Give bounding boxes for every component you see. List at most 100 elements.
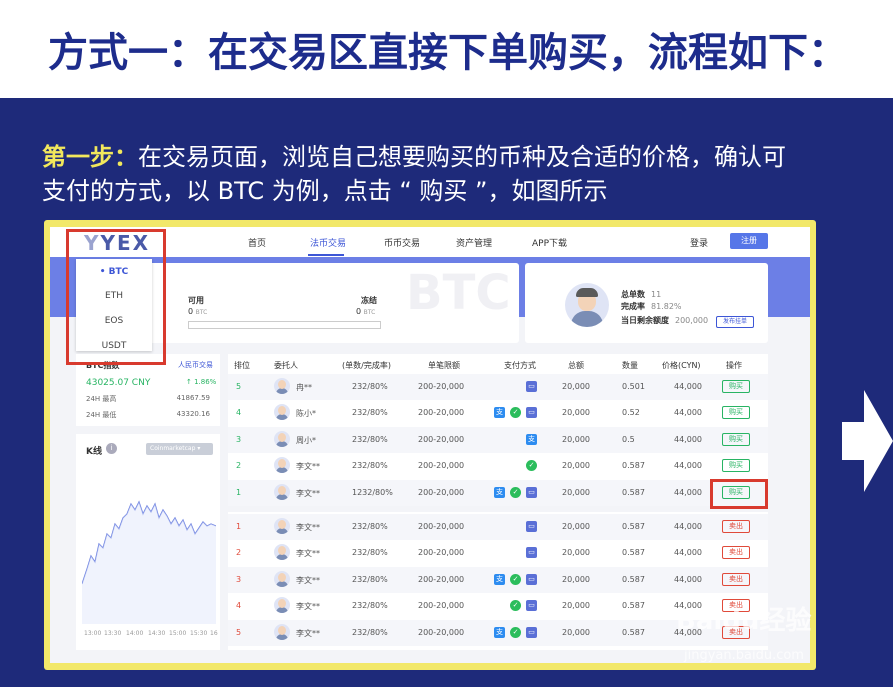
- row-stats: 232/80%: [352, 548, 388, 558]
- alipay-icon: 支: [494, 573, 505, 585]
- nav-otc[interactable]: 法币交易: [310, 236, 346, 249]
- row-total: 20,000: [562, 487, 590, 497]
- nav-assets[interactable]: 资产管理: [456, 236, 492, 249]
- bank-icon: ▭: [526, 486, 537, 498]
- alipay-icon: 支: [494, 407, 505, 419]
- col-action: 操作: [726, 361, 742, 370]
- buy-button[interactable]: 购买: [722, 459, 750, 473]
- next-arrow-icon: [842, 390, 893, 492]
- row-stats: 232/80%: [352, 627, 388, 637]
- banner-title: 方式一：在交易区直接下单购买，流程如下：: [48, 30, 848, 76]
- row-rank: 3: [236, 574, 242, 584]
- register-button[interactable]: 注册: [730, 233, 768, 249]
- col-limit: 单笔限额: [428, 361, 460, 370]
- step-body: 在交易页面，浏览自己想要购买的币种及合适的价格，确认可支付的方式，以 BTC 为…: [42, 143, 786, 205]
- buy-button[interactable]: 购买: [722, 406, 750, 420]
- index-change: ↑ 1.86%: [186, 378, 217, 386]
- wechat-icon: ✓: [526, 460, 537, 472]
- row-rank: 3: [236, 434, 242, 444]
- bank-icon: ▭: [526, 600, 537, 612]
- row-limit: 200-20,000: [418, 408, 465, 418]
- wechat-icon: ✓: [510, 407, 521, 419]
- row-price: 44,000: [674, 574, 702, 584]
- col-user: 委托人: [274, 361, 298, 370]
- highlight-coin-select: [66, 229, 166, 365]
- sell-button[interactable]: 卖出: [722, 520, 750, 533]
- alipay-icon: 支: [494, 486, 505, 498]
- row-limit: 200-20,000: [418, 382, 465, 391]
- kline-tick: 15:30: [190, 630, 208, 637]
- row-limit: 200-20,000: [418, 574, 465, 584]
- table-row: 1 李文** 232/80% 200-20,000 ▭ 20,000 0.587 44,000…: [228, 514, 768, 540]
- publish-order-button[interactable]: 发布挂单: [716, 316, 754, 328]
- frozen-label: 冻结: [361, 296, 377, 305]
- table-row: 5 冉** 232/80% 200-20,000 ▭ 20,000 0.501 44,000 购…: [228, 374, 768, 400]
- row-user: 冉**: [296, 383, 312, 392]
- row-total: 20,000: [562, 627, 590, 637]
- row-user: 李文**: [296, 488, 320, 498]
- sell-button[interactable]: 卖出: [722, 546, 750, 560]
- row-qty: 0.587: [622, 487, 645, 497]
- baidu-watermark-url: jingyan.baidu.com: [684, 648, 804, 663]
- row-price: 44,000: [674, 522, 702, 531]
- row-price: 44,000: [674, 434, 702, 444]
- row-total: 20,000: [562, 574, 590, 584]
- nav-app[interactable]: APP下载: [532, 236, 567, 249]
- col-rank: 排位: [234, 361, 250, 370]
- nav-home[interactable]: 首页: [248, 236, 266, 249]
- row-user: 李文**: [296, 523, 320, 532]
- step-label: 第一步：: [42, 143, 138, 171]
- row-price: 44,000: [674, 461, 702, 471]
- row-stats: 1232/80%: [352, 487, 393, 497]
- row-qty: 0.587: [622, 548, 645, 558]
- row-rank: 4: [236, 601, 242, 611]
- user-avatar: [565, 283, 609, 327]
- index-price: 43025.07 CNY: [86, 378, 151, 388]
- alipay-icon: 支: [494, 626, 505, 638]
- buy-button[interactable]: 购买: [722, 380, 750, 393]
- row-rank: 5: [236, 382, 242, 391]
- cny-trade-link[interactable]: 人民币交易: [178, 360, 213, 370]
- buy-button[interactable]: 购买: [722, 432, 750, 446]
- wechat-icon: ✓: [510, 486, 521, 498]
- step-instruction: 第一步：在交易页面，浏览自己想要购买的币种及合适的价格，确认可支付的方式，以 B…: [42, 140, 802, 208]
- user-avatar-icon: [274, 430, 290, 447]
- wechat-icon: ✓: [510, 626, 521, 638]
- row-stats: 232/80%: [352, 382, 388, 391]
- row-qty: 0.52: [622, 408, 640, 418]
- col-stats: (单数/完成率): [342, 361, 391, 370]
- row-limit: 200-20,000: [418, 487, 465, 497]
- kline-chart: [82, 500, 216, 624]
- row-user: 李文**: [296, 628, 320, 638]
- kline-source-select[interactable]: Coinmarketcap ▾: [146, 443, 213, 455]
- row-limit: 200-20,000: [418, 548, 465, 558]
- row-total: 20,000: [562, 461, 590, 471]
- login-link[interactable]: 登录: [690, 236, 708, 249]
- row-rank: 5: [236, 627, 242, 637]
- row-qty: 0.587: [622, 574, 645, 584]
- kline-tick: 14:00: [126, 630, 144, 637]
- row-price: 44,000: [674, 408, 702, 418]
- nav-spot[interactable]: 币币交易: [384, 236, 420, 249]
- user-avatar-icon: [274, 483, 290, 500]
- info-icon[interactable]: i: [106, 443, 117, 454]
- row-price: 44,000: [674, 382, 702, 391]
- row-rank: 1: [236, 487, 242, 497]
- total-orders: 总单数 11: [621, 290, 662, 299]
- baidu-watermark: Baidu经验: [676, 606, 812, 636]
- bank-icon: ▭: [526, 626, 537, 638]
- bank-icon: ▭: [526, 547, 537, 559]
- user-avatar-icon: [274, 544, 290, 561]
- kline-title: K线: [86, 447, 102, 457]
- top-banner: 方式一：在交易区直接下单购买，流程如下：: [0, 0, 893, 98]
- low-24h: 24H 最低 43320.16: [86, 410, 210, 419]
- table-row: 3 李文** 232/80% 200-20,000 支 ✓ ▭ 20,000 0.587 44,0…: [228, 566, 768, 593]
- frozen-value: 0 BTC: [356, 307, 376, 316]
- available-label: 可用: [188, 296, 204, 305]
- sell-button[interactable]: 卖出: [722, 572, 750, 586]
- row-total: 20,000: [562, 522, 590, 531]
- row-rank: 1: [236, 522, 242, 531]
- kline-tick: 15:00: [169, 630, 187, 637]
- row-total: 20,000: [562, 408, 590, 418]
- table-row: 1 李文** 1232/80% 200-20,000 支 ✓ ▭ 20,000 0.587 44,…: [228, 479, 768, 506]
